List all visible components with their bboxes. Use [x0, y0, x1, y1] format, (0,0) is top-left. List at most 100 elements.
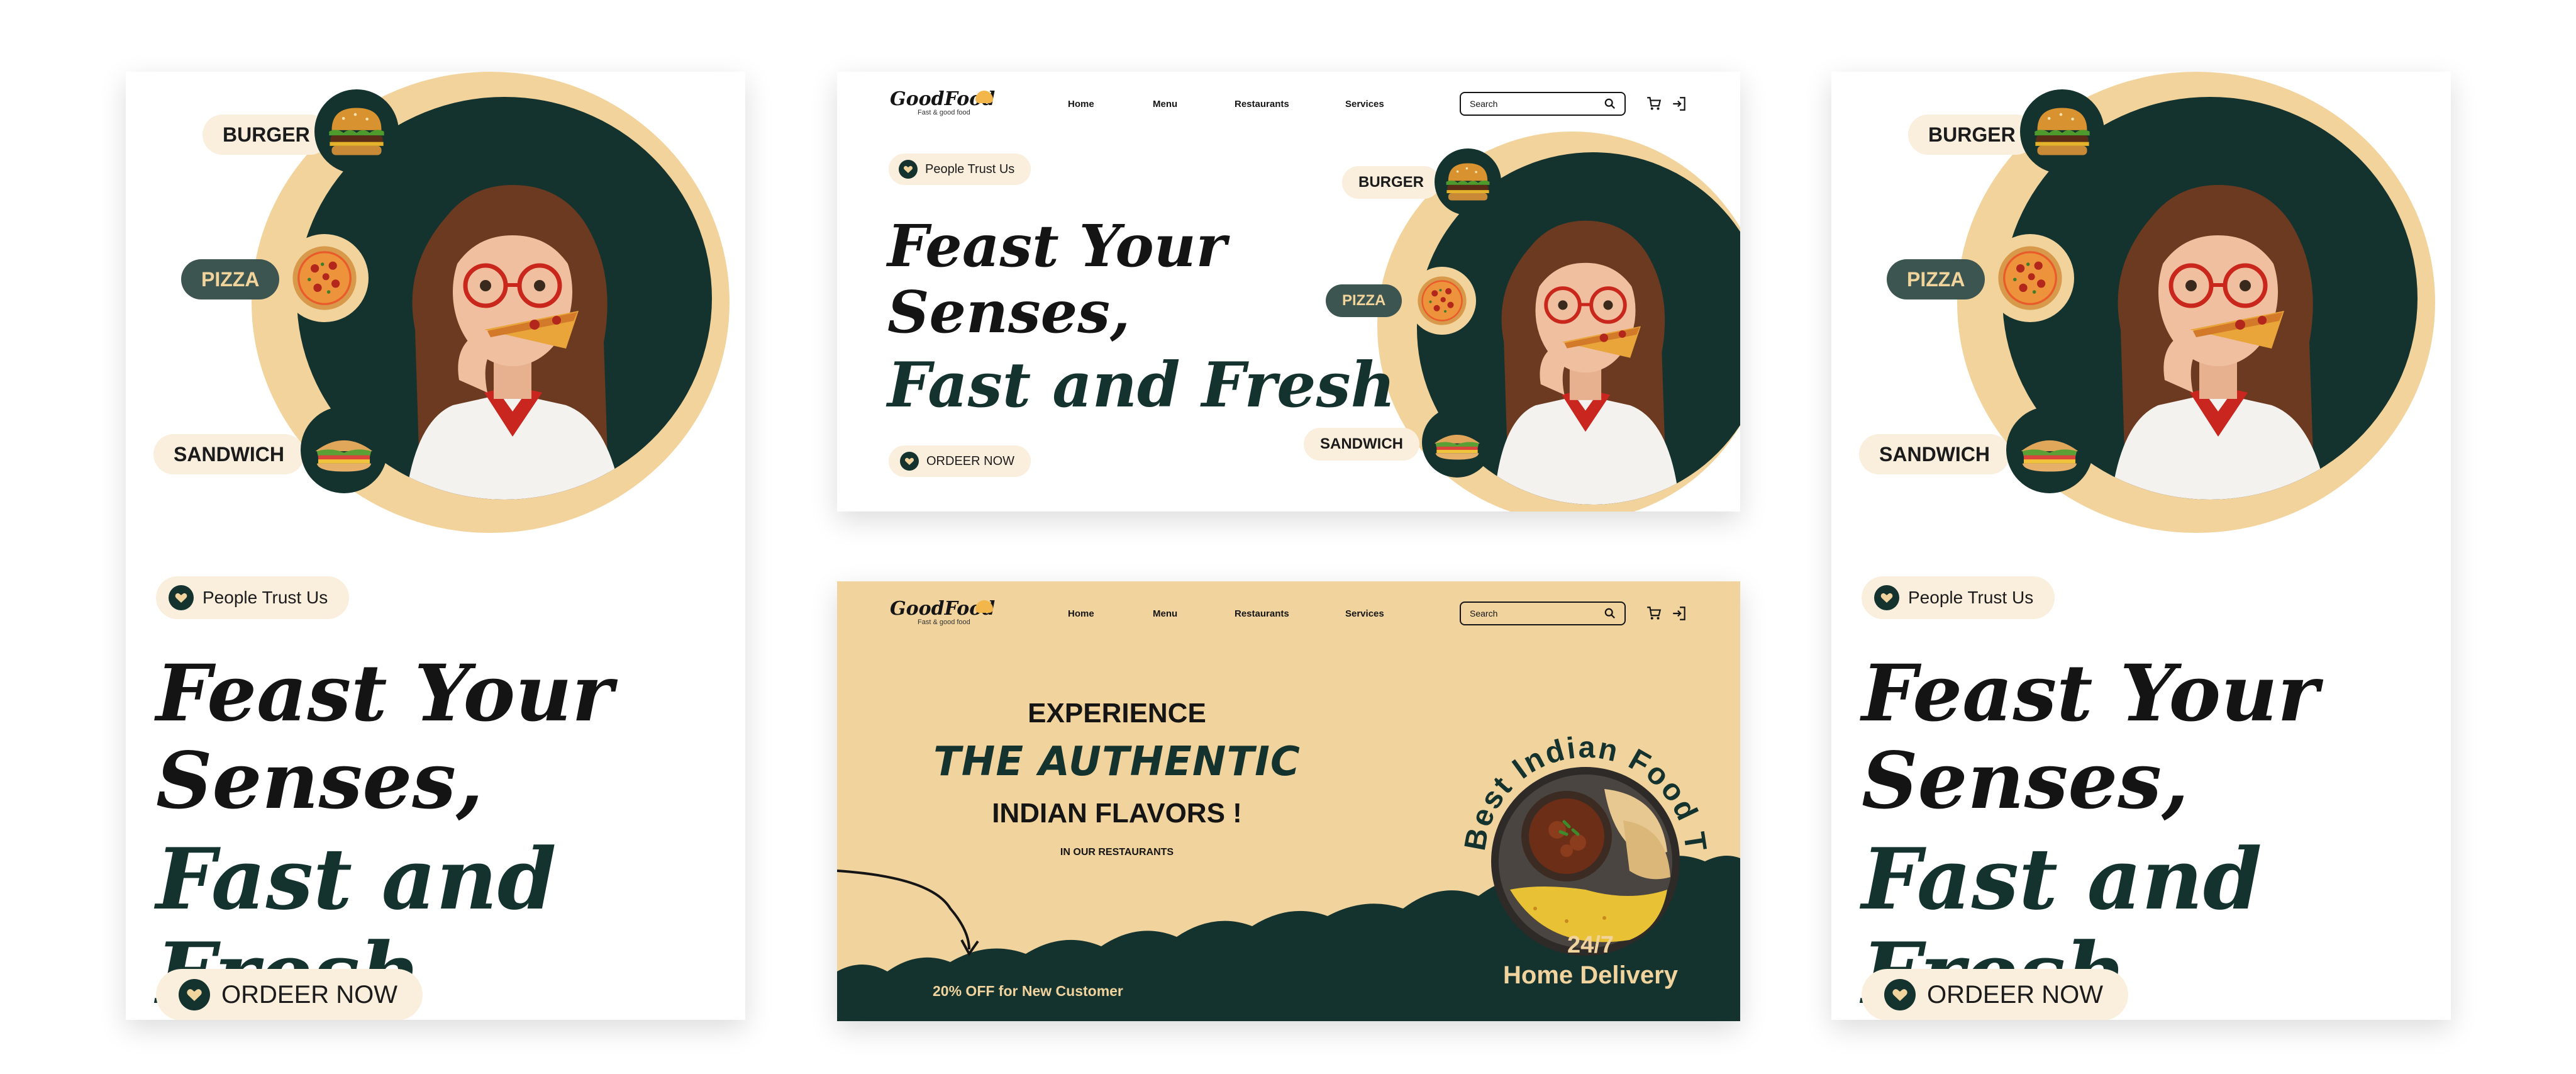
- heart-icon: [1874, 585, 1899, 610]
- nav-services[interactable]: Services: [1345, 99, 1384, 109]
- pizza-icon: [1416, 274, 1468, 327]
- trust-label: People Trust Us: [1908, 588, 2034, 607]
- promo-line4: IN OUR RESTAURANTS: [1060, 847, 1174, 858]
- category-burger-pill[interactable]: BURGER: [203, 115, 330, 155]
- landscape-banner-promo: GoodFood Fast & good food Home Menu Rest…: [837, 581, 1740, 1021]
- headline-line1: Feast Your: [156, 648, 613, 739]
- headline-line1: Feast Your: [887, 212, 1227, 280]
- burger-thumb[interactable]: [1435, 148, 1501, 215]
- login-icon[interactable]: [1671, 96, 1687, 112]
- trust-badge: People Trust Us: [156, 576, 350, 619]
- order-label: ORDEER NOW: [926, 454, 1014, 468]
- category-pizza-pill[interactable]: PIZZA: [1326, 284, 1402, 317]
- heart-icon: [1884, 979, 1916, 1010]
- sandwich-icon: [1430, 415, 1484, 469]
- pizza-thumb[interactable]: [1986, 234, 2074, 322]
- delivery-hours: 24/7: [1567, 932, 1614, 958]
- heart-icon: [169, 585, 194, 610]
- promo-line3: INDIAN FLAVORS !: [992, 798, 1242, 829]
- sandwich-label: SANDWICH: [1320, 435, 1403, 452]
- nav-home[interactable]: Home: [1068, 608, 1094, 619]
- top-nav: GoodFood Fast & good food Home Menu Rest…: [837, 72, 1740, 135]
- category-burger-pill[interactable]: BURGER: [1342, 166, 1441, 199]
- sandwich-label: SANDWICH: [1879, 442, 1990, 466]
- trust-badge: People Trust Us: [889, 154, 1031, 185]
- nav-home[interactable]: Home: [1068, 99, 1094, 109]
- order-now-button[interactable]: ORDEER NOW: [156, 969, 423, 1020]
- delivery-label: Home Delivery: [1503, 961, 1678, 989]
- pizza-thumb[interactable]: [280, 234, 369, 322]
- burger-label: BURGER: [1928, 123, 2016, 146]
- woman-eating-pizza-image: [2083, 141, 2353, 500]
- search-placeholder: Search: [1470, 608, 1498, 618]
- portrait-banner-left: BURGER PIZZA SANDWICH People Trust Us Fe…: [126, 72, 745, 1020]
- woman-eating-pizza-image: [377, 141, 648, 500]
- heart-icon: [899, 160, 918, 179]
- burger-label: BURGER: [223, 123, 310, 146]
- category-sandwich-pill[interactable]: SANDWICH: [1859, 434, 2010, 474]
- landscape-banner-hero: GoodFood Fast & good food Home Menu Rest…: [837, 72, 1740, 512]
- burger-icon: [2029, 99, 2095, 164]
- pizza-icon: [1996, 243, 2065, 313]
- category-pizza-pill[interactable]: PIZZA: [181, 259, 280, 299]
- nav-restaurants[interactable]: Restaurants: [1235, 608, 1289, 619]
- pizza-label: PIZZA: [1342, 292, 1386, 309]
- category-sandwich-pill[interactable]: SANDWICH: [153, 434, 304, 474]
- sandwich-thumb[interactable]: [301, 406, 387, 493]
- search-icon[interactable]: [1604, 98, 1616, 109]
- burger-icon: [324, 99, 389, 164]
- cart-icon[interactable]: [1646, 605, 1662, 622]
- trust-label: People Trust Us: [203, 588, 328, 607]
- pizza-thumb[interactable]: [1408, 267, 1476, 335]
- pizza-label: PIZZA: [201, 267, 260, 291]
- search-placeholder: Search: [1470, 99, 1498, 109]
- burger-label: BURGER: [1358, 174, 1424, 191]
- burger-logo-icon: [975, 600, 993, 613]
- nav-services[interactable]: Services: [1345, 608, 1384, 619]
- trust-label: People Trust Us: [925, 162, 1015, 176]
- hero-headline: Feast Your Senses, Fast and Fresh: [887, 213, 1396, 420]
- brand-logo[interactable]: GoodFood Fast & good food: [890, 88, 995, 116]
- burger-thumb[interactable]: [314, 89, 399, 174]
- search-input[interactable]: Search: [1460, 92, 1626, 116]
- pizza-label: PIZZA: [1907, 267, 1965, 291]
- sandwich-icon: [310, 416, 378, 484]
- order-now-button[interactable]: ORDEER NOW: [1862, 969, 2128, 1020]
- promo-line2: THE AUTHENTIC: [933, 739, 1301, 785]
- heart-icon: [900, 452, 919, 471]
- order-now-button[interactable]: ORDEER NOW: [889, 445, 1031, 477]
- woman-eating-pizza-image: [1472, 184, 1699, 505]
- burger-thumb[interactable]: [2020, 89, 2104, 174]
- burger-logo-icon: [975, 91, 993, 103]
- search-icon[interactable]: [1604, 608, 1616, 619]
- headline-line2: Senses,: [1862, 735, 2189, 827]
- portrait-banner-right: BURGER PIZZA SANDWICH People Trust Us Fe…: [1831, 72, 2451, 1020]
- category-burger-pill[interactable]: BURGER: [1908, 115, 2036, 155]
- nav-menu[interactable]: Menu: [1153, 99, 1177, 109]
- order-label: ORDEER NOW: [221, 980, 397, 1009]
- heart-icon: [179, 979, 210, 1010]
- search-input[interactable]: Search: [1460, 601, 1626, 625]
- headline-line2: Senses,: [887, 277, 1131, 346]
- category-pizza-pill[interactable]: PIZZA: [1887, 259, 1985, 299]
- sandwich-thumb[interactable]: [2006, 406, 2093, 493]
- headline-line3: Fast and Fresh: [887, 349, 1396, 422]
- top-nav: GoodFood Fast & good food Home Menu Rest…: [837, 581, 1740, 644]
- category-sandwich-pill[interactable]: SANDWICH: [1304, 428, 1419, 461]
- sandwich-label: SANDWICH: [174, 442, 284, 466]
- brand-logo[interactable]: GoodFood Fast & good food: [890, 598, 995, 626]
- headline-line2: Senses,: [156, 735, 484, 827]
- headline-line1: Feast Your: [1862, 648, 2319, 739]
- discount-text: 20% OFF for New Customer: [933, 983, 1123, 999]
- nav-restaurants[interactable]: Restaurants: [1235, 99, 1289, 109]
- sandwich-icon: [2016, 416, 2084, 484]
- cart-icon[interactable]: [1646, 96, 1662, 112]
- hero-headline: Feast Your Senses, Fast and Fresh: [1862, 648, 2451, 1020]
- pizza-icon: [290, 243, 359, 313]
- sandwich-thumb[interactable]: [1422, 407, 1492, 478]
- promo-line1: EXPERIENCE: [1028, 698, 1206, 729]
- order-label: ORDEER NOW: [1927, 980, 2103, 1009]
- login-icon[interactable]: [1671, 605, 1687, 622]
- nav-menu[interactable]: Menu: [1153, 608, 1177, 619]
- trust-badge: People Trust Us: [1862, 576, 2055, 619]
